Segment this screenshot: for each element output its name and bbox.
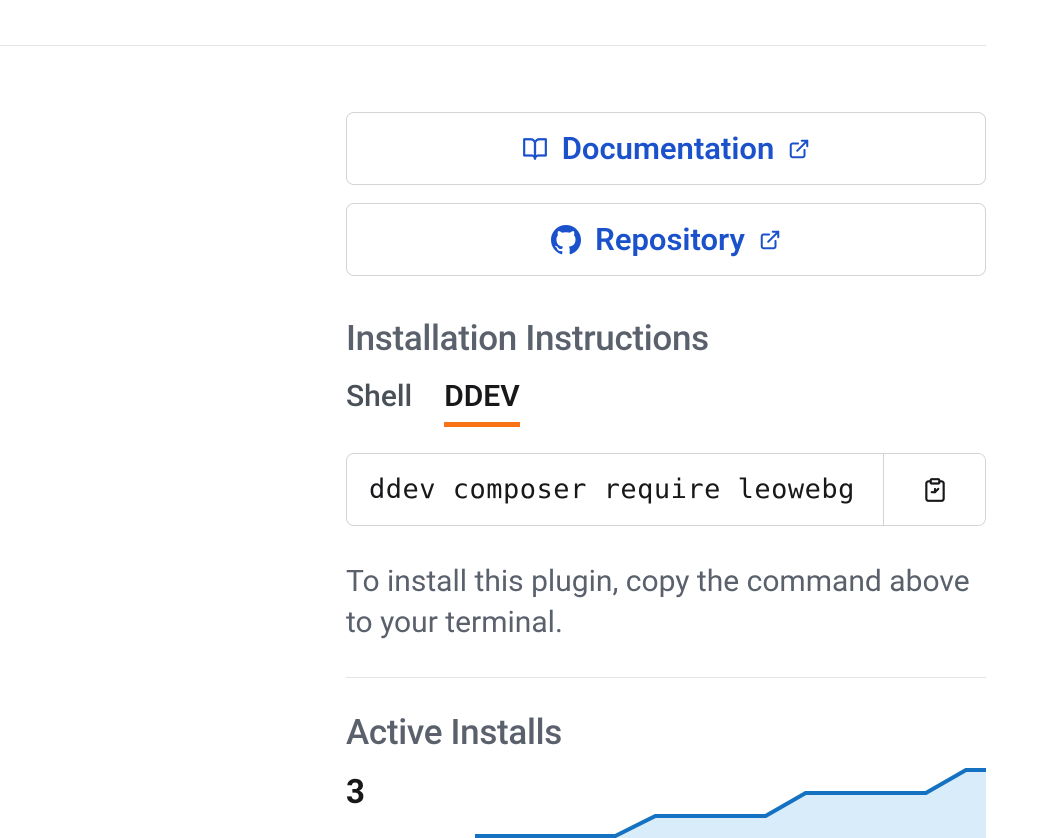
documentation-label: Documentation xyxy=(562,130,775,167)
book-icon xyxy=(522,136,548,162)
section-divider xyxy=(346,677,986,678)
main-content: Documentation Repository Installation In… xyxy=(346,112,986,812)
clipboard-icon xyxy=(922,477,948,503)
external-link-icon xyxy=(788,138,810,160)
active-installs-value: 3 xyxy=(346,773,365,812)
repository-button[interactable]: Repository xyxy=(346,203,986,276)
top-divider xyxy=(0,45,986,46)
install-tabs: Shell DDEV xyxy=(346,379,986,427)
documentation-button[interactable]: Documentation xyxy=(346,112,986,185)
tab-shell[interactable]: Shell xyxy=(346,379,412,427)
github-icon xyxy=(551,225,581,255)
active-installs-title: Active Installs xyxy=(346,712,986,753)
tab-ddev[interactable]: DDEV xyxy=(444,379,519,427)
installs-chart xyxy=(475,768,986,838)
external-link-icon xyxy=(759,229,781,251)
installation-title: Installation Instructions xyxy=(346,318,986,359)
command-text[interactable]: ddev composer require leowebg xyxy=(347,454,883,525)
copy-button[interactable] xyxy=(883,454,985,525)
install-help-text: To install this plugin, copy the command… xyxy=(346,562,986,643)
command-box: ddev composer require leowebg xyxy=(346,453,986,526)
repository-label: Repository xyxy=(595,221,745,258)
